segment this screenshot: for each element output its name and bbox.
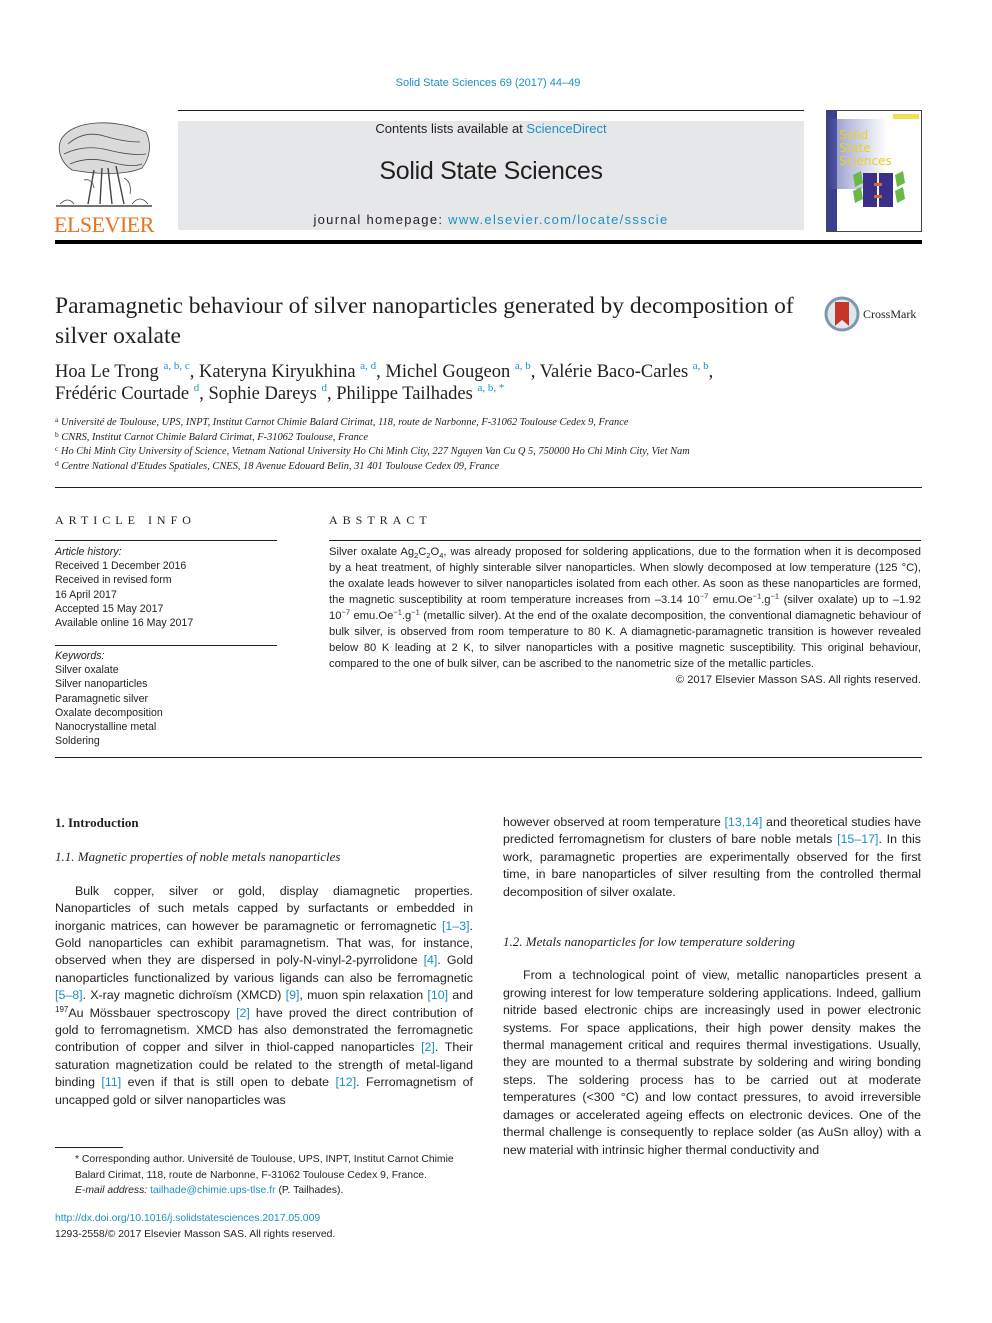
cover-title-3: Sciences xyxy=(839,154,892,168)
crossmark-label: CrossMark xyxy=(863,306,917,321)
affiliation: a Université de Toulouse, UPS, INPT, Ins… xyxy=(55,415,629,428)
affiliation: c Ho Chi Minh City University of Science… xyxy=(55,444,690,457)
homepage-link[interactable]: www.elsevier.com/locate/ssscie xyxy=(448,212,668,227)
article-info-rule xyxy=(55,540,277,541)
body-paragraph: however observed at room temperature [13… xyxy=(503,815,921,899)
cover-art-icon: Solid State Sciences xyxy=(827,111,921,231)
cover-title-2: State xyxy=(839,141,871,155)
reference-link[interactable]: [13,14] xyxy=(724,815,762,829)
author-affil-link[interactable]: a, b, c xyxy=(163,360,189,372)
history-item: 16 April 2017 xyxy=(55,588,117,601)
journal-name: Solid State Sciences xyxy=(379,157,603,185)
issn-copyright: 1293-2558/© 2017 Elsevier Masson SAS. Al… xyxy=(55,1228,336,1240)
keyword: Nanocrystalline metal xyxy=(55,721,157,734)
section-heading-introduction: 1. Introduction xyxy=(55,815,139,830)
keywords: Keywords: Silver oxalate Silver nanopart… xyxy=(55,649,277,748)
elsevier-tree-icon xyxy=(54,118,154,210)
body-paragraph: Bulk copper, silver or gold, display dia… xyxy=(55,883,474,1107)
author[interactable]: Philippe Tailhades a, b, * xyxy=(336,382,504,405)
reference-link[interactable]: [2] xyxy=(421,1040,435,1054)
author[interactable]: Valérie Baco-Carles a, b xyxy=(540,360,709,383)
article-info-heading: ARTICLE INFO xyxy=(55,513,196,527)
reference-link[interactable]: [4] xyxy=(424,953,438,967)
affiliation: d Centre National d'Etudes Spatiales, CN… xyxy=(55,458,500,472)
reference-link[interactable]: [2] xyxy=(236,1006,250,1020)
abstract-heading: ABSTRACT xyxy=(329,513,432,527)
author[interactable]: Hoa Le Trong a, b, c xyxy=(55,360,190,383)
keywords-label: Keywords: xyxy=(55,650,105,662)
abstract-paragraph: Silver oxalate Ag2C2O4, was already prop… xyxy=(329,546,921,670)
author[interactable]: Kateryna Kiryukhina a, d xyxy=(199,360,376,383)
abstract-copyright: © 2017 Elsevier Masson SAS. All rights r… xyxy=(675,674,921,686)
corresponding-author-text: * Corresponding author. Université de To… xyxy=(75,1154,454,1181)
reference-link[interactable]: [10] xyxy=(427,988,448,1002)
elsevier-logo[interactable]: ELSEVIER xyxy=(54,118,156,237)
author-affil-link[interactable]: a, b xyxy=(693,360,709,372)
doi-block: http://dx.doi.org/10.1016/j.solidstatesc… xyxy=(55,1211,335,1242)
article-history-label: Article history: xyxy=(55,546,122,558)
journal-citation-link[interactable]: Solid State Sciences 69 (2017) 44–49 xyxy=(0,77,976,89)
keyword: Paramagnetic silver xyxy=(55,692,149,705)
affiliations-divider xyxy=(55,487,922,488)
crossmark-icon xyxy=(824,296,860,332)
header-top-rule xyxy=(178,110,804,111)
author[interactable]: Michel Gougeon a, b xyxy=(385,360,531,383)
author[interactable]: Frédéric Courtade d xyxy=(55,383,199,405)
author-list: Hoa Le Trong a, b, c, Kateryna Kiryukhin… xyxy=(55,360,714,405)
crossmark-button[interactable]: CrossMark xyxy=(824,296,916,332)
affiliation: b CNRS, Institut Carnot Chimie Balard Ci… xyxy=(55,429,368,443)
author-affil-link[interactable]: a, b, * xyxy=(477,382,504,394)
author-affil-link[interactable]: a, b xyxy=(515,360,531,372)
sciencedirect-link[interactable]: ScienceDirect xyxy=(526,121,606,136)
subsection-heading-1-1: 1.1. Magnetic properties of noble metals… xyxy=(55,849,341,865)
homepage-prefix: journal homepage: xyxy=(313,212,449,227)
author-affil-link[interactable]: a, d xyxy=(360,360,376,372)
article-history: Article history: Received 1 December 201… xyxy=(55,545,277,630)
front-matter-divider xyxy=(55,757,922,758)
email-line: E-mail address: tailhade@chimie.ups-tlse… xyxy=(75,1185,344,1196)
history-item: Received 1 December 2016 xyxy=(55,560,187,573)
contents-line: Contents lists available at ScienceDirec… xyxy=(178,121,804,136)
author-email-link[interactable]: tailhade@chimie.ups-tlse.fr xyxy=(150,1185,275,1196)
history-item: Accepted 15 May 2017 xyxy=(55,602,164,615)
header-bottom-rule xyxy=(55,240,922,244)
history-item: Received in revised form xyxy=(55,574,172,587)
reference-link[interactable]: [1–3] xyxy=(442,919,470,933)
abstract-rule xyxy=(329,540,921,541)
reference-link[interactable]: [15–17] xyxy=(837,832,878,846)
cover-title-1: Solid xyxy=(839,128,868,142)
keyword: Oxalate decomposition xyxy=(55,706,163,719)
subsection-heading-1-2: 1.2. Metals nanoparticles for low temper… xyxy=(503,934,795,950)
reference-link[interactable]: [5–8] xyxy=(55,988,83,1002)
journal-cover-thumbnail[interactable]: Solid State Sciences xyxy=(826,110,922,232)
history-item: Available online 16 May 2017 xyxy=(55,617,194,630)
elsevier-wordmark: ELSEVIER xyxy=(54,212,154,237)
author[interactable]: Sophie Dareys d xyxy=(208,383,327,405)
body-left-column: 1. Introduction 1.1. Magnetic properties… xyxy=(55,814,473,1109)
contents-prefix: Contents lists available at xyxy=(375,121,527,136)
corresponding-author-footnote: * Corresponding author. Université de To… xyxy=(55,1152,473,1199)
article-title: Paramagnetic behaviour of silver nanopar… xyxy=(55,293,794,349)
homepage-line: journal homepage: www.elsevier.com/locat… xyxy=(178,212,804,227)
footnote-rule xyxy=(55,1147,123,1148)
reference-link[interactable]: [11] xyxy=(101,1075,121,1089)
affiliations: a Université de Toulouse, UPS, INPT, Ins… xyxy=(55,416,925,474)
body-right-column: however observed at room temperature [13… xyxy=(503,814,921,1159)
keywords-rule xyxy=(55,645,277,646)
journal-masthead: Contents lists available at ScienceDirec… xyxy=(178,121,804,230)
keyword: Silver oxalate xyxy=(55,664,119,677)
keyword: Silver nanoparticles xyxy=(55,678,148,691)
doi-link[interactable]: http://dx.doi.org/10.1016/j.solidstatesc… xyxy=(55,1213,320,1224)
body-paragraph: From a technological point of view, meta… xyxy=(503,968,921,1157)
keyword: Soldering xyxy=(55,735,100,748)
reference-link[interactable]: [12] xyxy=(335,1075,356,1089)
abstract-body: Silver oxalate Ag2C2O4, was already prop… xyxy=(329,544,921,688)
reference-link[interactable]: [9] xyxy=(286,988,300,1002)
